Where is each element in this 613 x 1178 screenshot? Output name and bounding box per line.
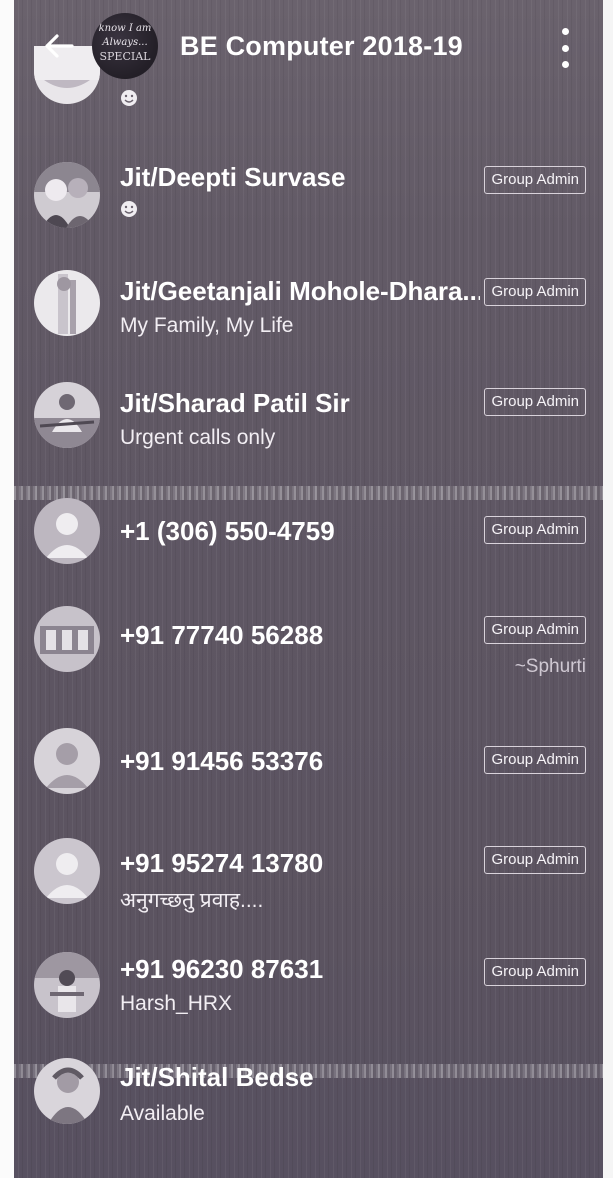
back-arrow-icon[interactable] (34, 21, 84, 71)
participant-name: +91 96230 87631 (120, 954, 324, 984)
group-admin-badge: Group Admin (484, 166, 586, 194)
participant-status: My Family, My Life (120, 314, 294, 337)
group-admin-badge: Group Admin (484, 958, 586, 986)
participant-status: Urgent calls only (120, 426, 276, 449)
participant-name: +91 77740 56288 (120, 620, 324, 650)
participant-row[interactable]: +91 96230 87631 Harsh_HRX Group Admin (14, 940, 603, 1050)
group-title[interactable]: BE Computer 2018-19 (180, 31, 463, 62)
participant-name: +91 95274 13780 (120, 848, 324, 878)
participant-row[interactable]: Jit/Sharad Patil Sir Urgent calls only G… (14, 372, 603, 482)
group-admin-badge: Group Admin (484, 746, 586, 774)
participant-status: Available (120, 1102, 205, 1125)
participant-status: अनुगच्छतु प्रवाह.... (120, 889, 264, 912)
default-avatar-icon (34, 728, 100, 794)
participant-avatar (34, 952, 100, 1018)
participant-row[interactable]: +1 (306) 550-4759 Group Admin (14, 486, 603, 596)
participant-avatar (34, 606, 100, 672)
participant-name: +91 91456 53376 (120, 746, 324, 776)
group-participants-screen: know I am Always... SPECIAL BE Computer … (0, 0, 613, 1178)
participant-alias: ~Sphurti (514, 656, 586, 677)
participant-avatar (34, 1058, 100, 1124)
participant-name: Jit/Geetanjali Mohole-Dhara... (120, 276, 480, 306)
group-admin-badge: Group Admin (484, 388, 586, 416)
group-admin-badge: Group Admin (484, 846, 586, 874)
participant-row[interactable]: Jit/Shital Bedse Available (14, 1052, 603, 1162)
participant-name: Jit/Sharad Patil Sir (120, 388, 350, 418)
participant-avatar (34, 270, 100, 336)
app-bar: know I am Always... SPECIAL BE Computer … (14, 0, 603, 92)
participant-avatar (34, 162, 100, 228)
participant-row[interactable]: +91 95274 13780 अनुगच्छतु प्रवाह.... Gro… (14, 828, 603, 938)
participant-avatar (34, 382, 100, 448)
group-avatar[interactable]: know I am Always... SPECIAL (92, 13, 158, 79)
default-avatar-icon (34, 838, 100, 904)
group-admin-badge: Group Admin (484, 616, 586, 644)
smiley-emoji-icon (121, 201, 137, 217)
participant-name: Jit/Shital Bedse (120, 1062, 314, 1092)
participant-name: Jit/Deepti Survase (120, 162, 346, 192)
group-admin-badge: Group Admin (484, 516, 586, 544)
group-avatar-text-2: Always... (101, 37, 147, 48)
group-admin-badge: Group Admin (484, 278, 586, 306)
participant-status: Harsh_HRX (120, 992, 233, 1015)
default-avatar-icon (34, 498, 100, 564)
participant-row[interactable]: Jit/Deepti Survase Group Admin (14, 152, 603, 262)
scan-edge-right (603, 0, 613, 1178)
participant-name: +1 (306) 550-4759 (120, 516, 335, 546)
group-avatar-text-3: SPECIAL (100, 50, 152, 63)
participant-row[interactable]: +91 91456 53376 Group Admin (14, 718, 603, 828)
participant-row[interactable]: +91 77740 56288 Group Admin ~Sphurti (14, 598, 603, 708)
scan-edge-left (0, 0, 14, 1178)
more-options-icon[interactable] (553, 28, 577, 68)
group-avatar-text-1: know I am (99, 23, 152, 34)
participant-row[interactable]: Jit/Geetanjali Mohole-Dhara... My Family… (14, 262, 603, 372)
